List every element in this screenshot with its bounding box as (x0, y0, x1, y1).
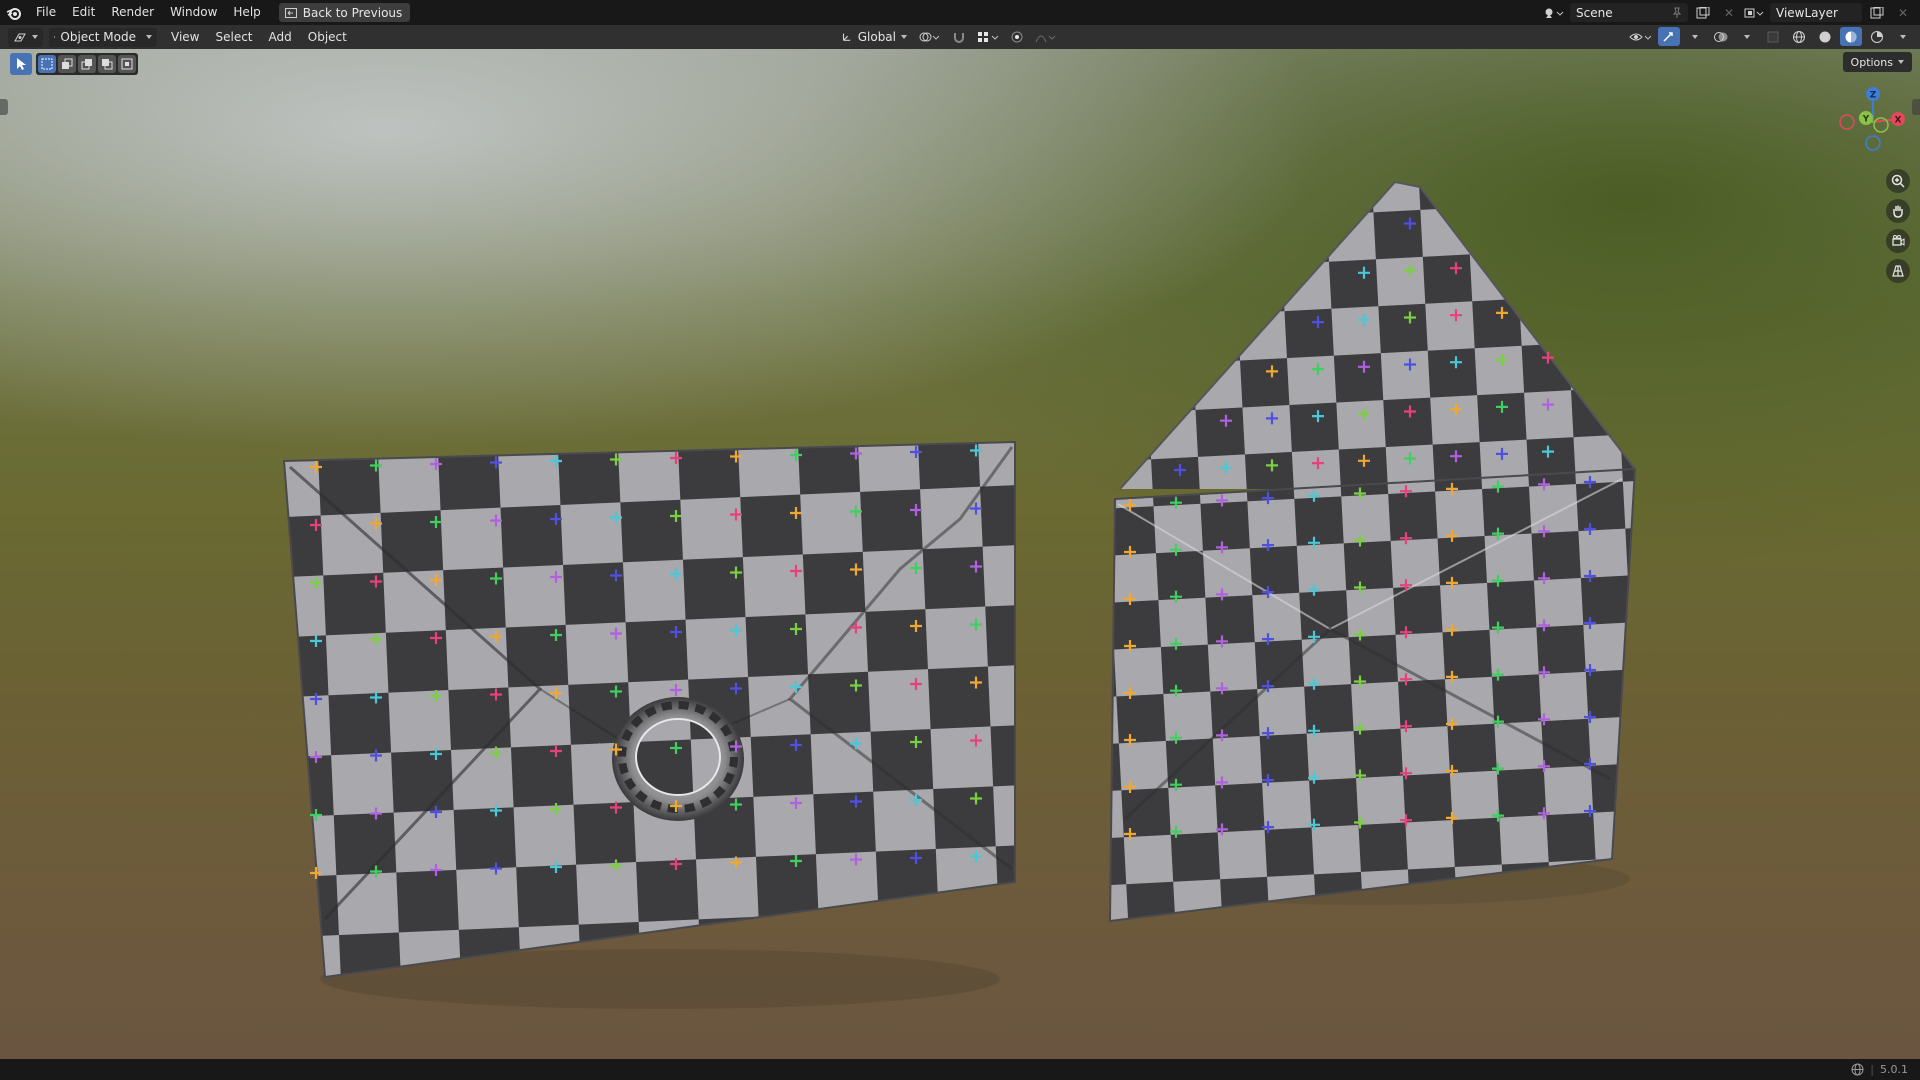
scene-name: Scene (1576, 5, 1613, 20)
menu-select[interactable]: Select (207, 25, 260, 50)
toolbar-toggle-arrow[interactable] (0, 99, 8, 115)
select-invert-icon[interactable] (98, 55, 116, 73)
shading-wireframe-icon[interactable] (1788, 27, 1810, 46)
selectability-visibility-icon[interactable] (1628, 27, 1654, 46)
selection-mode-group (36, 53, 138, 75)
y-axis-label: Y (1862, 115, 1870, 125)
orientation-global-icon (842, 33, 851, 41)
menu-object[interactable]: Object (300, 25, 355, 50)
options-dropdown[interactable]: Options (1842, 52, 1912, 72)
menu-window[interactable]: Window (162, 0, 225, 25)
status-bar: | 5.0.1 (0, 1059, 1920, 1080)
version-label: 5.0.1 (1880, 1063, 1908, 1076)
editor-type-selector[interactable] (8, 27, 43, 47)
scene-type-icon[interactable] (1544, 3, 1566, 22)
viewport-gizmos-icon[interactable] (1658, 27, 1680, 46)
open-envelope[interactable] (1108, 180, 1637, 923)
menu-add[interactable]: Add (261, 25, 300, 50)
viewport-header: Object Mode View Select Add Object Globa… (0, 25, 1920, 49)
menu-help[interactable]: Help (225, 0, 268, 25)
viewport-overlays-icon[interactable] (1710, 27, 1732, 46)
view-layer-name: ViewLayer (1776, 5, 1838, 20)
chevron-down-icon (901, 34, 907, 39)
back-to-previous-label: Back to Previous (302, 5, 403, 20)
camera-view-icon[interactable] (1886, 229, 1910, 253)
shading-dropdown-icon[interactable] (1892, 27, 1914, 46)
object-mode-icon (54, 36, 56, 38)
view-layer-selector[interactable]: ViewLayer (1770, 3, 1862, 22)
shading-material-preview-icon[interactable] (1840, 27, 1862, 46)
network-globe-icon[interactable] (1851, 1063, 1864, 1076)
delete-scene-icon[interactable]: ✕ (1718, 3, 1740, 22)
gizmos-dropdown-icon[interactable] (1684, 27, 1706, 46)
zoom-icon[interactable] (1886, 169, 1910, 193)
options-label: Options (1850, 55, 1893, 69)
menu-view[interactable]: View (163, 25, 207, 50)
new-scene-icon[interactable] (1692, 3, 1714, 22)
3d-viewport-icon (14, 33, 26, 42)
object-mode-dropdown[interactable]: Object Mode (49, 27, 157, 47)
back-to-previous-button[interactable]: Back to Previous (278, 3, 411, 22)
z-axis-label: Z (1870, 91, 1877, 101)
snap-icon[interactable] (948, 27, 970, 46)
sidebar-toggle-arrow[interactable] (1912, 99, 1920, 115)
new-view-layer-icon[interactable] (1866, 3, 1888, 22)
overlays-dropdown-icon[interactable] (1736, 27, 1758, 46)
toggle-xray-icon[interactable] (1762, 27, 1784, 46)
perspective-toggle-icon[interactable] (1886, 259, 1910, 283)
select-tool-button[interactable] (10, 53, 32, 75)
neg-x-axis-handle[interactable] (1839, 114, 1855, 130)
top-bar: File Edit Render Window Help Back to Pre… (0, 0, 1920, 25)
blender-logo-icon[interactable] (0, 0, 28, 25)
scene-selector[interactable]: Scene (1570, 3, 1688, 22)
menu-file[interactable]: File (28, 0, 64, 25)
pan-hand-icon[interactable] (1886, 199, 1910, 223)
back-icon (284, 7, 297, 18)
neg-z-axis-handle[interactable] (1865, 135, 1881, 151)
select-new-icon[interactable] (38, 55, 56, 73)
closed-envelope[interactable] (282, 440, 1016, 979)
orientation-label: Global (857, 29, 896, 44)
chevron-down-icon (1898, 60, 1904, 64)
proportional-falloff-icon[interactable] (1034, 27, 1058, 46)
menu-edit[interactable]: Edit (64, 0, 103, 25)
snap-increment-icon[interactable] (976, 27, 1000, 46)
menu-render[interactable]: Render (103, 0, 162, 25)
chevron-down-icon (146, 35, 152, 39)
proportional-editing-icon[interactable] (1006, 27, 1028, 46)
delete-view-layer-icon[interactable]: ✕ (1892, 3, 1914, 22)
select-extend-icon[interactable] (58, 55, 76, 73)
object-mode-label: Object Mode (60, 30, 136, 44)
select-intersect-icon[interactable] (118, 55, 136, 73)
tool-header (10, 52, 138, 76)
x-axis-label: X (1895, 116, 1902, 126)
3d-viewport[interactable]: Options Z Y X (0, 49, 1920, 1059)
cursor-select-icon (17, 58, 26, 70)
shading-solid-icon[interactable] (1814, 27, 1836, 46)
wax-seal (612, 697, 744, 821)
pivot-point-icon[interactable] (918, 27, 942, 46)
transform-orientation-dropdown[interactable]: Global (836, 27, 912, 46)
shading-rendered-icon[interactable] (1866, 27, 1888, 46)
select-subtract-icon[interactable] (78, 55, 96, 73)
chevron-down-icon (32, 35, 38, 39)
view-layer-type-icon[interactable] (1744, 3, 1766, 22)
scene-render (282, 180, 1637, 1009)
pin-icon[interactable] (1672, 7, 1682, 19)
navigation-gizmo[interactable]: Z Y X (1836, 85, 1910, 159)
